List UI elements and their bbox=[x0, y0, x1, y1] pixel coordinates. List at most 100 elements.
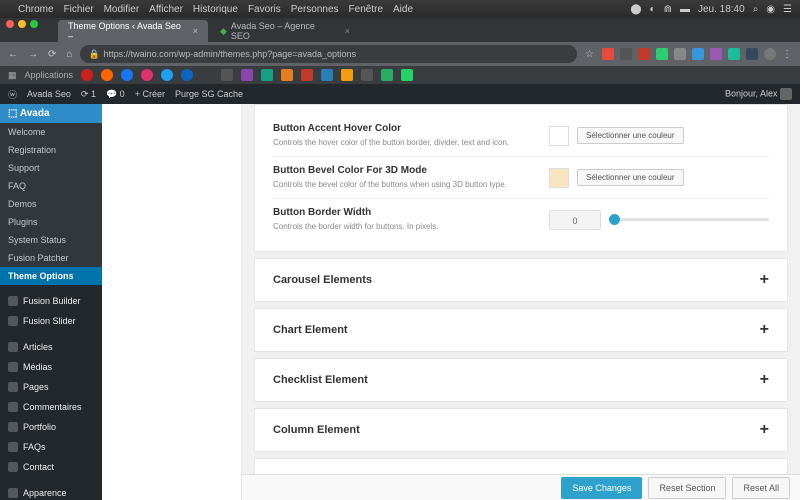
purge-cache[interactable]: Purge SG Cache bbox=[175, 89, 243, 99]
ext-icon[interactable] bbox=[656, 48, 668, 60]
bookmark-icon[interactable] bbox=[181, 69, 193, 81]
sidebar-item-theme-options[interactable]: Theme Options bbox=[0, 267, 102, 285]
ext-icon[interactable] bbox=[710, 48, 722, 60]
tab-theme-options[interactable]: Theme Options ‹ Avada Seo –× bbox=[58, 20, 208, 42]
color-swatch[interactable] bbox=[549, 168, 569, 188]
bookmark-icon[interactable] bbox=[81, 69, 93, 81]
sidebar-fusion-builder[interactable]: Fusion Builder bbox=[0, 291, 102, 311]
ext-icon[interactable] bbox=[692, 48, 704, 60]
menu-icon[interactable]: ☰ bbox=[783, 4, 792, 15]
color-select-button[interactable]: Sélectionner une couleur bbox=[577, 127, 684, 144]
sidebar-faqs[interactable]: FAQs bbox=[0, 437, 102, 457]
avatar bbox=[780, 88, 792, 100]
ext-icon[interactable] bbox=[728, 48, 740, 60]
bookmark-icon[interactable] bbox=[221, 69, 233, 81]
sidebar-apparence[interactable]: Apparence bbox=[0, 483, 102, 500]
lock-icon: 🔒 bbox=[88, 49, 99, 60]
ext-icon[interactable] bbox=[674, 48, 686, 60]
siri-icon[interactable]: ◉ bbox=[766, 4, 775, 15]
close-icon[interactable]: × bbox=[345, 26, 350, 36]
slider[interactable] bbox=[609, 218, 769, 221]
bookmark-icon[interactable] bbox=[261, 69, 273, 81]
sidebar-contact[interactable]: Contact bbox=[0, 457, 102, 477]
color-swatch[interactable] bbox=[549, 126, 569, 146]
menu-icon[interactable]: ⋮ bbox=[782, 49, 792, 60]
apps-icon[interactable]: ▦ bbox=[8, 70, 17, 81]
plus-icon: + bbox=[760, 321, 769, 339]
sidebar-commentaires[interactable]: Commentaires bbox=[0, 397, 102, 417]
search-icon[interactable]: ⌕ bbox=[753, 4, 759, 15]
number-input[interactable]: 0 bbox=[549, 210, 601, 230]
close-icon[interactable]: × bbox=[193, 26, 198, 36]
tab-avada-seo[interactable]: ◆Avada Seo – Agence SEO× bbox=[210, 20, 360, 42]
site-name[interactable]: Avada Seo bbox=[27, 89, 71, 99]
sidebar-item-faq[interactable]: FAQ bbox=[0, 177, 102, 195]
ext-icon[interactable] bbox=[620, 48, 632, 60]
bookmark-icon[interactable] bbox=[281, 69, 293, 81]
sidebar-articles[interactable]: Articles bbox=[0, 337, 102, 357]
reset-section-button[interactable]: Reset Section bbox=[648, 477, 726, 499]
theme-options-content: Button Accent Hover Color Controls the h… bbox=[242, 104, 800, 500]
home-icon[interactable]: ⌂ bbox=[66, 49, 72, 60]
bookmark-icon[interactable] bbox=[341, 69, 353, 81]
clock[interactable]: Jeu. 18:40 bbox=[698, 4, 745, 15]
star-icon[interactable]: ☆ bbox=[585, 49, 594, 60]
greeting[interactable]: Bonjour, Alex bbox=[725, 88, 792, 100]
sidebar-item-support[interactable]: Support bbox=[0, 159, 102, 177]
sidebar-fusion-slider[interactable]: Fusion Slider bbox=[0, 311, 102, 331]
bookmark-icon[interactable] bbox=[101, 69, 113, 81]
back-icon[interactable]: ← bbox=[8, 49, 18, 60]
accordion-checklist[interactable]: Checklist Element+ bbox=[254, 358, 788, 402]
bookmark-icon[interactable] bbox=[241, 69, 253, 81]
profile-icon[interactable] bbox=[764, 48, 776, 60]
browser-toolbar: ← → ⟳ ⌂ 🔒https://twaino.com/wp-admin/the… bbox=[0, 42, 800, 66]
sidebar-item-demos[interactable]: Demos bbox=[0, 195, 102, 213]
sidebar-item-fusion-patcher[interactable]: Fusion Patcher bbox=[0, 249, 102, 267]
address-bar[interactable]: 🔒https://twaino.com/wp-admin/themes.php?… bbox=[80, 45, 577, 63]
updates-icon[interactable]: ⟳ 1 bbox=[81, 89, 96, 100]
sidebar-medias[interactable]: Médias bbox=[0, 357, 102, 377]
bookmark-icon[interactable] bbox=[321, 69, 333, 81]
browser-tabs: Theme Options ‹ Avada Seo –× ◆Avada Seo … bbox=[0, 18, 800, 42]
bookmark-icon[interactable] bbox=[121, 69, 133, 81]
status-icon: ⬤ bbox=[630, 4, 641, 15]
bookmarks-apps[interactable]: Applications bbox=[25, 70, 74, 80]
reload-icon[interactable]: ⟳ bbox=[48, 49, 56, 60]
save-button[interactable]: Save Changes bbox=[561, 477, 642, 499]
maximize-icon[interactable] bbox=[30, 20, 38, 28]
plus-icon: + bbox=[760, 371, 769, 389]
bookmark-icon[interactable] bbox=[361, 69, 373, 81]
close-icon[interactable] bbox=[6, 20, 14, 28]
window-controls[interactable] bbox=[6, 20, 38, 28]
minimize-icon[interactable] bbox=[18, 20, 26, 28]
comments-icon[interactable]: 💬 0 bbox=[106, 89, 125, 100]
reset-all-button[interactable]: Reset All bbox=[732, 477, 790, 499]
sidebar-item-plugins[interactable]: Plugins bbox=[0, 213, 102, 231]
accordion-carousel[interactable]: Carousel Elements+ bbox=[254, 258, 788, 302]
forward-icon[interactable]: → bbox=[28, 49, 38, 60]
ext-icon[interactable] bbox=[602, 48, 614, 60]
bookmark-icon[interactable] bbox=[301, 69, 313, 81]
sidebar-pages[interactable]: Pages bbox=[0, 377, 102, 397]
sidebar-item-system-status[interactable]: System Status bbox=[0, 231, 102, 249]
wifi-icon[interactable]: ⋒ bbox=[664, 4, 672, 15]
option-row: Button Accent Hover Color Controls the h… bbox=[273, 115, 769, 156]
sidebar-portfolio[interactable]: Portfolio bbox=[0, 417, 102, 437]
new-button[interactable]: + Créer bbox=[135, 89, 165, 99]
bookmark-icon[interactable] bbox=[161, 69, 173, 81]
sidebar-item-registration[interactable]: Registration bbox=[0, 141, 102, 159]
app-name[interactable]: Chrome bbox=[18, 4, 54, 15]
color-select-button[interactable]: Sélectionner une couleur bbox=[577, 169, 684, 186]
sidebar-avada[interactable]: ⬚ Avada bbox=[0, 104, 102, 123]
sidebar-item-welcome[interactable]: Welcome bbox=[0, 123, 102, 141]
ext-icon[interactable] bbox=[638, 48, 650, 60]
accordion-chart[interactable]: Chart Element+ bbox=[254, 308, 788, 352]
ext-icon[interactable] bbox=[746, 48, 758, 60]
bookmarks-bar: ▦ Applications bbox=[0, 66, 800, 84]
bookmark-icon[interactable] bbox=[381, 69, 393, 81]
bookmark-icon[interactable] bbox=[401, 69, 413, 81]
bookmark-icon[interactable] bbox=[141, 69, 153, 81]
accordion-column[interactable]: Column Element+ bbox=[254, 408, 788, 452]
plus-icon: + bbox=[760, 271, 769, 289]
wordpress-icon[interactable]: ⓦ bbox=[8, 88, 17, 101]
